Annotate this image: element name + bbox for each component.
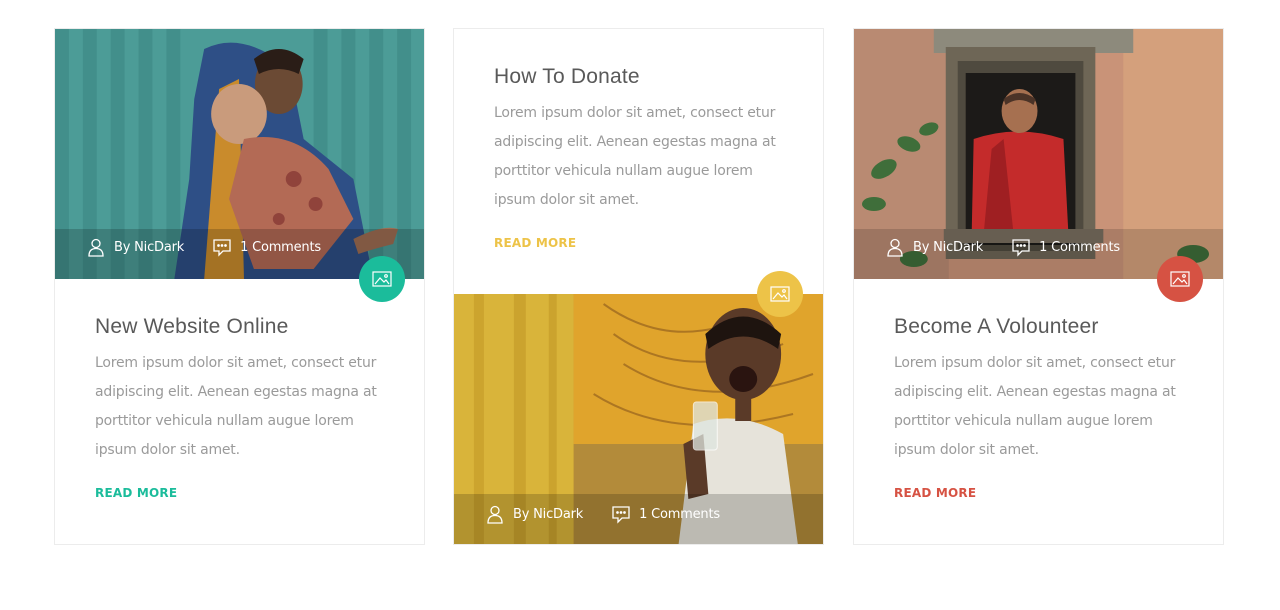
image-icon [1170, 271, 1190, 287]
image-format-badge [757, 271, 803, 317]
post-card-become-a-volounteer: By NicDark 1 Comments Become A Volountee… [853, 28, 1224, 545]
comment-icon [212, 237, 232, 257]
user-icon [86, 237, 106, 257]
comment-icon [611, 504, 631, 524]
post-meta: By NicDark 1 Comments [485, 504, 720, 524]
post-image[interactable]: By NicDark 1 Comments [454, 294, 823, 544]
post-excerpt: Lorem ipsum dolor sit amet, consect etur… [894, 355, 1176, 458]
post-content: How To Donate Lorem ipsum dolor sit amet… [494, 65, 787, 251]
post-meta: By NicDark 1 Comments [885, 237, 1120, 257]
post-comments[interactable]: 1 Comments [639, 507, 720, 522]
post-image[interactable]: By NicDark 1 Comments [55, 29, 424, 279]
post-author[interactable]: By NicDark [913, 240, 983, 255]
read-more-link[interactable]: READ MORE [95, 486, 177, 500]
read-more-link[interactable]: READ MORE [894, 486, 976, 500]
post-content: New Website Online Lorem ipsum dolor sit… [95, 315, 388, 501]
post-meta: By NicDark 1 Comments [86, 237, 321, 257]
post-content: Become A Volounteer Lorem ipsum dolor si… [894, 315, 1187, 501]
post-image[interactable]: By NicDark 1 Comments [854, 29, 1223, 279]
user-icon [885, 237, 905, 257]
image-icon [770, 286, 790, 302]
user-icon [485, 504, 505, 524]
image-format-badge [1157, 256, 1203, 302]
post-excerpt: Lorem ipsum dolor sit amet, consect etur… [494, 105, 776, 208]
comment-icon [1011, 237, 1031, 257]
post-title[interactable]: New Website Online [95, 315, 388, 339]
image-format-badge [359, 256, 405, 302]
post-card-how-to-donate: How To Donate Lorem ipsum dolor sit amet… [453, 28, 824, 545]
post-comments[interactable]: 1 Comments [240, 240, 321, 255]
post-title[interactable]: Become A Volounteer [894, 315, 1187, 339]
post-card-new-website-online: By NicDark 1 Comments New Website Online… [54, 28, 425, 545]
post-comments[interactable]: 1 Comments [1039, 240, 1120, 255]
post-title[interactable]: How To Donate [494, 65, 787, 89]
post-author[interactable]: By NicDark [513, 507, 583, 522]
post-author[interactable]: By NicDark [114, 240, 184, 255]
read-more-link[interactable]: READ MORE [494, 236, 576, 250]
image-icon [372, 271, 392, 287]
post-excerpt: Lorem ipsum dolor sit amet, consect etur… [95, 355, 377, 458]
